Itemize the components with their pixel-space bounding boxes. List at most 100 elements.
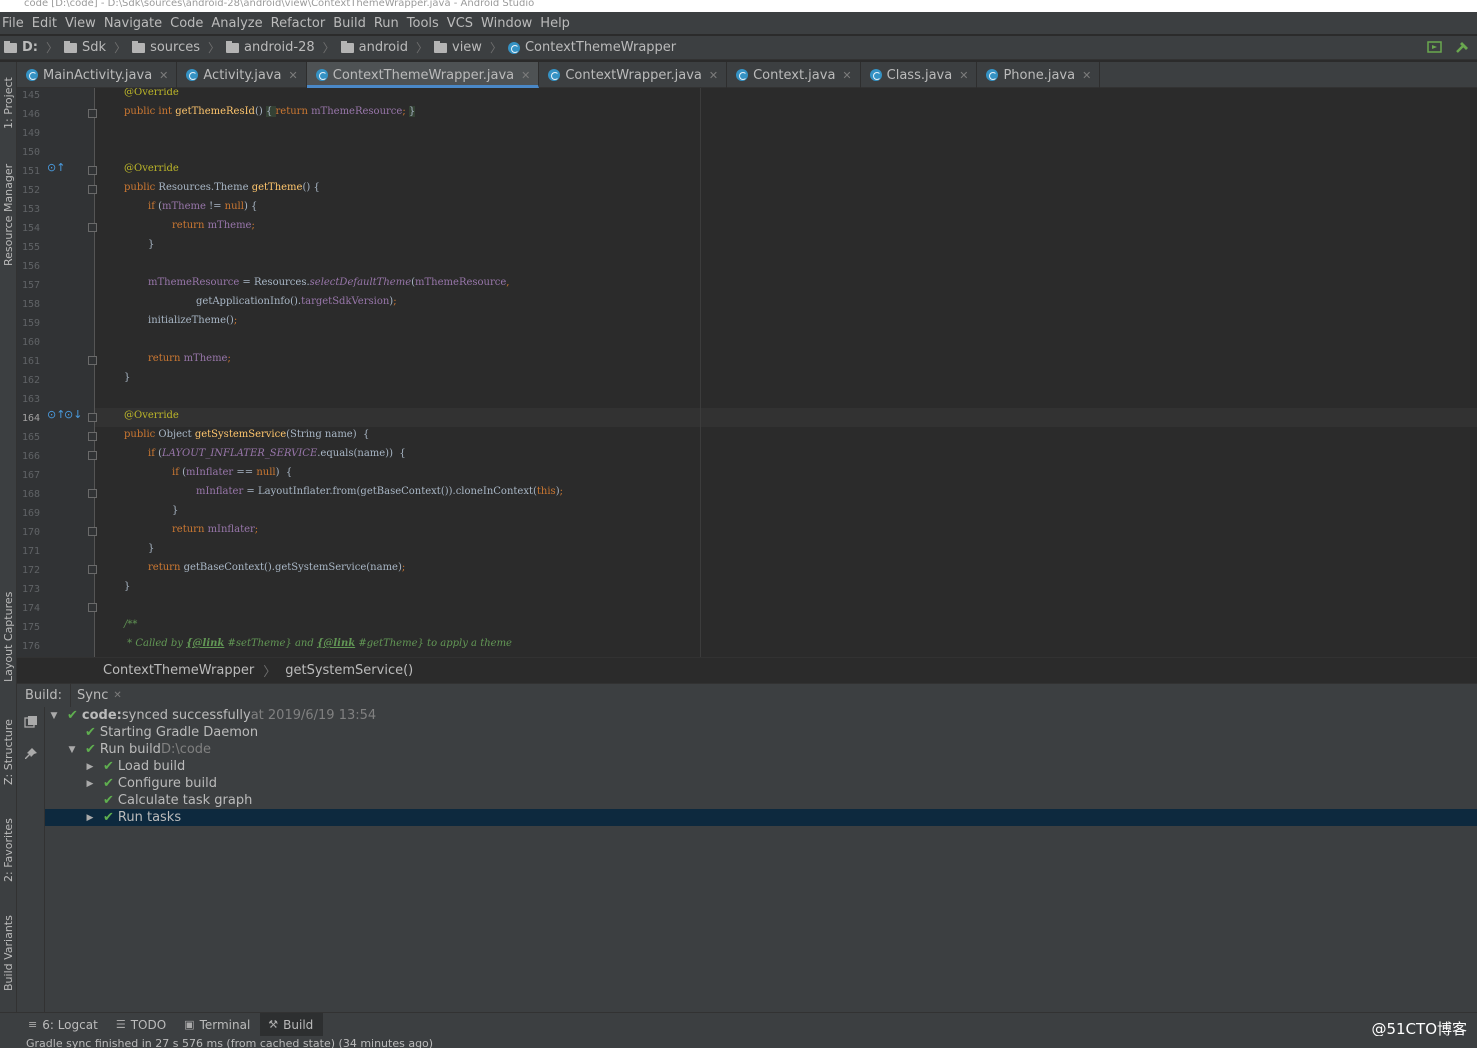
code-line[interactable]: if (mInflater == null) { <box>172 466 292 485</box>
code-line[interactable]: return mTheme; <box>172 219 255 238</box>
fold-toggle-icon[interactable] <box>88 603 97 612</box>
menu-help[interactable]: Help <box>538 16 576 31</box>
breadcrumb-android-28[interactable]: android-28 <box>226 40 315 55</box>
fold-toggle-icon[interactable] <box>88 432 97 441</box>
code-line[interactable]: return mInflater; <box>172 523 258 542</box>
code-breadcrumb-class[interactable]: ContextThemeWrapper <box>103 663 254 678</box>
run-config-icon[interactable] <box>1427 40 1443 54</box>
code-line[interactable]: } <box>124 580 130 599</box>
code-line[interactable]: } <box>124 371 130 390</box>
tool-tab-project[interactable]: 1: Project <box>0 68 17 138</box>
menu-tools[interactable]: Tools <box>405 16 445 31</box>
breadcrumb-class[interactable]: ContextThemeWrapper <box>507 40 676 55</box>
tool-tab-build-variants[interactable]: Build Variants <box>0 908 17 998</box>
code-breadcrumb-method[interactable]: getSystemService() <box>285 663 413 678</box>
breadcrumb-android[interactable]: android <box>340 40 408 55</box>
close-icon[interactable]: ✕ <box>959 69 968 82</box>
hammer-icon[interactable] <box>1455 40 1471 54</box>
tab-phone[interactable]: Phone.java ✕ <box>977 62 1101 88</box>
tool-tab-structure[interactable]: Z: Structure <box>0 712 17 792</box>
bottom-tab-terminal[interactable]: ▣ Terminal <box>176 1013 260 1037</box>
chevron-down-icon[interactable]: ▼ <box>49 711 59 721</box>
build-tree-item[interactable]: ▶ ✔ Configure build <box>45 775 1477 792</box>
build-tree-item[interactable]: ▶ ✔ Load build <box>45 758 1477 775</box>
fold-toggle-icon[interactable] <box>88 489 97 498</box>
fold-toggle-icon[interactable] <box>88 413 97 422</box>
fold-toggle-icon[interactable] <box>88 166 97 175</box>
code-line[interactable]: if (LAYOUT_INFLATER_SERVICE.equals(name)… <box>148 447 406 466</box>
build-tree[interactable]: ▼ ✔ code: synced successfully at 2019/6/… <box>45 707 1477 1012</box>
code-line[interactable]: public Object getSystemService(String na… <box>124 428 369 447</box>
build-tree-item[interactable]: ▼ ✔ code: synced successfully at 2019/6/… <box>45 707 1477 724</box>
fold-toggle-icon[interactable] <box>88 527 97 536</box>
close-icon[interactable]: ✕ <box>159 69 168 82</box>
menu-edit[interactable]: Edit <box>30 16 63 31</box>
build-tree-item[interactable]: ✔ Calculate task graph <box>45 792 1477 809</box>
menu-vcs[interactable]: VCS <box>445 16 479 31</box>
tab-class[interactable]: Class.java ✕ <box>861 62 978 88</box>
close-icon[interactable]: ✕ <box>521 69 530 82</box>
tab-contextthemewrapper[interactable]: ContextThemeWrapper.java ✕ <box>306 62 540 88</box>
code-line[interactable]: @Override <box>124 409 179 428</box>
build-tree-item[interactable]: ✔ Starting Gradle Daemon <box>45 724 1477 741</box>
tab-context[interactable]: Context.java ✕ <box>727 62 861 88</box>
code-line[interactable]: return mTheme; <box>148 352 231 371</box>
menu-file[interactable]: File <box>0 16 30 31</box>
close-icon[interactable]: ✕ <box>842 69 851 82</box>
code-line[interactable]: @Override <box>124 88 179 105</box>
close-icon[interactable]: ✕ <box>1082 69 1091 82</box>
chevron-right-icon[interactable]: ▶ <box>85 762 95 772</box>
close-icon[interactable]: ✕ <box>113 690 121 701</box>
menu-code[interactable]: Code <box>168 16 209 31</box>
menu-view[interactable]: View <box>63 16 102 31</box>
code-line[interactable]: } <box>148 238 154 257</box>
code-line[interactable]: /** <box>124 618 137 637</box>
build-tree-item-selected[interactable]: ▶ ✔ Run tasks <box>45 809 1477 826</box>
override-marker-icon[interactable]: ⊙↑ <box>47 408 65 421</box>
fold-toggle-icon[interactable] <box>88 451 97 460</box>
pin-icon[interactable] <box>24 747 38 764</box>
menu-window[interactable]: Window <box>479 16 538 31</box>
chevron-right-icon[interactable]: ▶ <box>85 813 95 823</box>
tab-mainactivity[interactable]: MainActivity.java ✕ <box>17 62 178 88</box>
menu-refactor[interactable]: Refactor <box>269 16 332 31</box>
code-line[interactable]: } <box>172 504 178 523</box>
tool-tab-favorites[interactable]: 2: Favorites <box>0 810 17 890</box>
code-line[interactable]: return getBaseContext().getSystemService… <box>148 561 405 580</box>
code-line[interactable]: if (mTheme != null) { <box>148 200 257 219</box>
code-editor[interactable]: 145 146 149 150 151 152 153 154 155 156 … <box>17 88 1477 657</box>
fold-toggle-icon[interactable] <box>88 565 97 574</box>
tab-activity[interactable]: Activity.java ✕ <box>177 62 307 88</box>
menu-navigate[interactable]: Navigate <box>102 16 168 31</box>
close-icon[interactable]: ✕ <box>289 69 298 82</box>
build-tree-item[interactable]: ▼ ✔ Run build D:\code <box>45 741 1477 758</box>
menu-analyze[interactable]: Analyze <box>209 16 268 31</box>
restore-layout-icon[interactable] <box>24 715 38 732</box>
override-marker-icon[interactable]: ⊙↑ <box>47 161 65 174</box>
chevron-down-icon[interactable]: ▼ <box>67 745 77 755</box>
code-line[interactable]: mThemeResource = Resources.selectDefault… <box>148 276 509 295</box>
breadcrumb-view[interactable]: view <box>434 40 482 55</box>
close-icon[interactable]: ✕ <box>709 69 718 82</box>
fold-toggle-icon[interactable] <box>88 223 97 232</box>
code-line[interactable]: initializeTheme(); <box>148 314 237 333</box>
code-line[interactable]: public Resources.Theme getTheme() { <box>124 181 320 200</box>
code-line[interactable]: getApplicationInfo().targetSdkVersion); <box>196 295 397 314</box>
bottom-tab-logcat[interactable]: ≡ 6: Logcat <box>20 1013 108 1037</box>
code-line[interactable]: @Override <box>124 162 179 181</box>
menu-build[interactable]: Build <box>331 16 372 31</box>
bottom-tab-todo[interactable]: ☰ TODO <box>108 1013 176 1037</box>
menu-run[interactable]: Run <box>372 16 405 31</box>
code-line[interactable]: mInflater = LayoutInflater.from(getBaseC… <box>196 485 563 504</box>
breadcrumb-drive[interactable]: D: <box>4 40 38 55</box>
code-line[interactable]: * Called by {@link #setTheme} and {@link… <box>124 637 512 656</box>
code-line[interactable]: } <box>148 542 154 561</box>
overridden-marker-icon[interactable]: ⊙↓ <box>64 408 82 421</box>
tab-sync[interactable]: Sync ✕ <box>70 683 128 708</box>
code-line[interactable]: public int getThemeResId() { return mThe… <box>124 105 416 124</box>
fold-toggle-icon[interactable] <box>88 356 97 365</box>
breadcrumb-sources[interactable]: sources <box>132 40 200 55</box>
bottom-tab-build[interactable]: ⚒ Build <box>260 1012 324 1037</box>
fold-toggle-icon[interactable] <box>88 109 97 118</box>
chevron-right-icon[interactable]: ▶ <box>85 779 95 789</box>
